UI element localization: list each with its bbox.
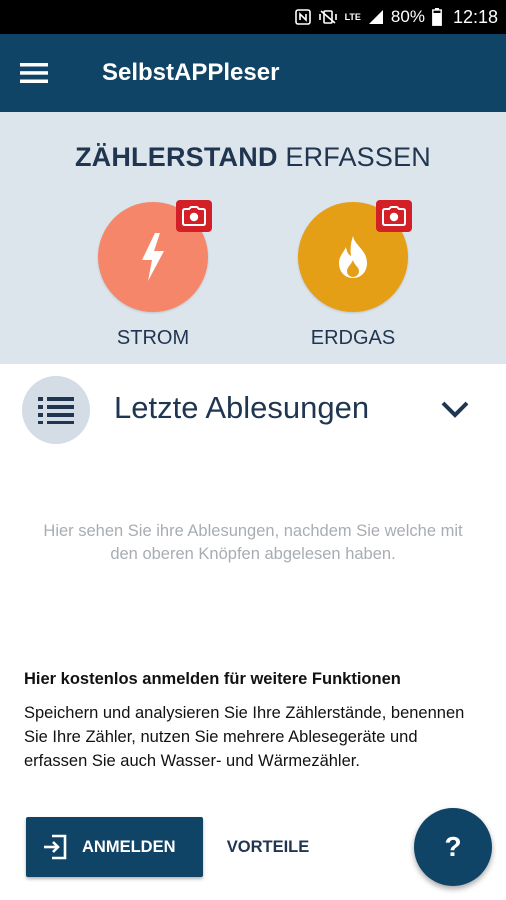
nfc-icon	[294, 9, 311, 25]
help-button[interactable]: ?	[414, 808, 492, 886]
list-icon-circle	[22, 376, 90, 444]
empty-readings-text: Hier sehen Sie ihre Ablesungen, nachdem …	[43, 522, 463, 563]
app-bar: SelbstAPPleser	[0, 34, 506, 112]
capture-panel: ZÄHLERSTAND ERFASSEN STROM ERDGAS	[0, 112, 506, 364]
lightning-icon	[142, 233, 164, 281]
register-description: Speichern und analysieren Sie Ihre Zähle…	[24, 704, 465, 770]
camera-badge-strom	[176, 200, 212, 232]
capture-heading: ZÄHLERSTAND ERFASSEN	[0, 142, 506, 173]
login-icon	[44, 834, 67, 860]
clock: 12:18	[452, 6, 498, 27]
list-icon	[38, 397, 74, 424]
login-button[interactable]: ANMELDEN	[26, 817, 203, 877]
capture-heading-regular: ERFASSEN	[285, 142, 432, 172]
app-title: SelbstAPPleser	[102, 59, 280, 86]
camera-badge-erdgas	[376, 200, 412, 232]
vibrate-off-icon	[318, 9, 338, 25]
login-button-label: ANMELDEN	[82, 837, 176, 856]
capture-heading-bold: ZÄHLERSTAND	[74, 142, 278, 172]
camera-icon	[382, 206, 406, 226]
battery-percent: 80%	[390, 7, 425, 26]
register-title: Hier kostenlos anmelden für weitere Funk…	[24, 670, 401, 688]
readings-title: Letzte Ablesungen	[114, 390, 370, 425]
menu-button[interactable]	[2, 34, 66, 112]
strom-meter-button[interactable]	[98, 200, 212, 312]
signal-icon	[368, 9, 384, 25]
benefits-button[interactable]: VORTEILE	[213, 817, 323, 877]
readings-header[interactable]: Letzte Ablesungen	[0, 376, 506, 444]
status-bar: LTE 80% 12:18	[0, 0, 506, 34]
battery-icon	[432, 8, 442, 26]
erdgas-label: ERDGAS	[310, 327, 396, 349]
hamburger-menu-icon	[20, 63, 48, 83]
chevron-down-icon[interactable]	[438, 396, 472, 424]
lte-icon: LTE	[344, 11, 361, 22]
flame-icon	[339, 236, 367, 278]
strom-label: STROM	[116, 327, 190, 349]
camera-icon	[182, 206, 206, 226]
erdgas-meter-button[interactable]	[298, 200, 412, 312]
